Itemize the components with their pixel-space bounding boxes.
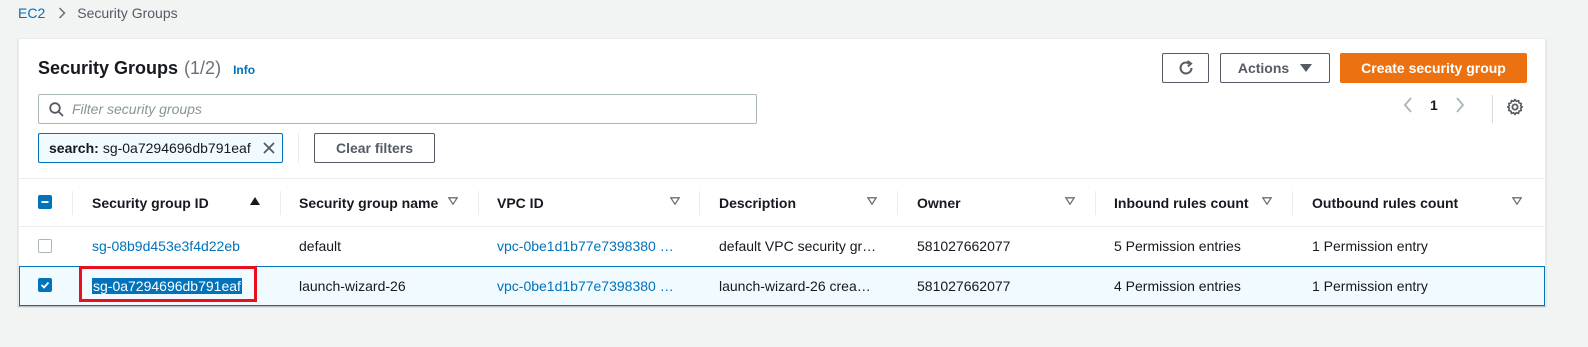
highlight-annotation-box [79,266,257,302]
panel-header: Security Groups (1/2) Info [38,58,255,79]
remove-filter-button[interactable] [262,141,276,158]
column-header-security-group-id[interactable]: Security group ID [92,179,209,227]
column-divider [72,191,73,215]
inbound-rules-count: 4 Permission entries [1114,278,1241,294]
column-header-owner[interactable]: Owner [917,179,961,227]
divider [298,133,299,163]
breadcrumb-ec2-link[interactable]: EC2 [18,5,45,21]
breadcrumb: EC2 Security Groups [18,5,178,21]
page-number[interactable]: 1 [1430,97,1438,113]
column-divider [1292,191,1293,215]
chevron-right-icon [58,7,66,19]
gear-icon [1506,98,1524,116]
create-security-group-button[interactable]: Create security group [1340,53,1527,83]
column-header-description[interactable]: Description [719,179,796,227]
page-title: Security Groups [38,58,179,78]
sort-icon[interactable] [670,197,680,205]
select-all-checkbox[interactable] [38,195,52,209]
chevron-left-icon[interactable] [1403,97,1413,113]
filter-token-key: search: [49,140,99,156]
table-header: Security group ID Security group name VP… [19,178,1545,227]
column-divider [699,191,700,215]
refresh-button[interactable] [1162,53,1209,83]
security-groups-panel: Security Groups (1/2) Info Actions Creat… [18,38,1546,306]
breadcrumb-current: Security Groups [77,5,178,21]
sort-icon[interactable] [1262,197,1272,205]
inbound-rules-count: 5 Permission entries [1114,238,1241,254]
outbound-rules-count: 1 Permission entry [1312,278,1428,294]
security-group-id-link[interactable]: sg-08b9d453e3f4d22eb [92,227,240,265]
filter-search-box[interactable] [38,94,757,124]
caret-down-icon [1300,64,1313,72]
column-header-security-group-name[interactable]: Security group name [299,179,438,227]
description: default VPC security gr… [719,238,877,254]
column-divider [897,191,898,215]
sort-icon[interactable] [867,197,877,205]
security-group-name: default [299,238,342,254]
filter-token-value: sg-0a7294696db791eaf [102,140,251,156]
description: launch-wizard-26 crea… [719,278,871,294]
row-checkbox[interactable] [38,239,52,253]
column-header-outbound-rules-count[interactable]: Outbound rules count [1312,179,1458,227]
refresh-icon [1179,60,1193,75]
column-header-vpc-id[interactable]: VPC ID [497,179,544,227]
info-link[interactable]: Info [233,63,255,77]
sort-icon[interactable] [1512,197,1522,205]
preferences-button[interactable] [1506,98,1524,119]
close-icon [263,142,275,154]
clear-filters-button[interactable]: Clear filters [314,133,435,163]
column-divider [280,191,281,215]
sort-icon[interactable] [1065,197,1075,205]
search-icon [49,101,64,117]
actions-dropdown-button[interactable]: Actions [1220,53,1330,83]
sort-ascending-icon[interactable] [250,197,260,205]
owner: 581027662077 [917,238,1011,254]
search-input[interactable] [72,101,732,117]
outbound-rules-count: 1 Permission entry [1312,238,1428,254]
vpc-id-link[interactable]: vpc-0be1d1b77e7398380 … [497,267,674,305]
column-divider [1095,191,1096,215]
vpc-id-link[interactable]: vpc-0be1d1b77e7398380 … [497,227,674,265]
actions-label: Actions [1237,60,1290,76]
row-checkbox[interactable] [38,278,52,292]
filter-token: search: sg-0a7294696db791eaf [38,133,283,163]
sort-icon[interactable] [448,197,458,205]
chevron-right-icon[interactable] [1455,97,1465,113]
checkmark-icon [40,281,50,289]
divider [1492,95,1493,123]
column-header-inbound-rules-count[interactable]: Inbound rules count [1114,179,1249,227]
table-row[interactable]: sg-08b9d453e3f4d22eb default vpc-0be1d1b… [19,227,1545,267]
owner: 581027662077 [917,278,1011,294]
column-divider [478,191,479,215]
pagination: 1 [1403,97,1465,113]
security-group-name: launch-wizard-26 [299,278,406,294]
selection-count: (1/2) [184,58,222,78]
